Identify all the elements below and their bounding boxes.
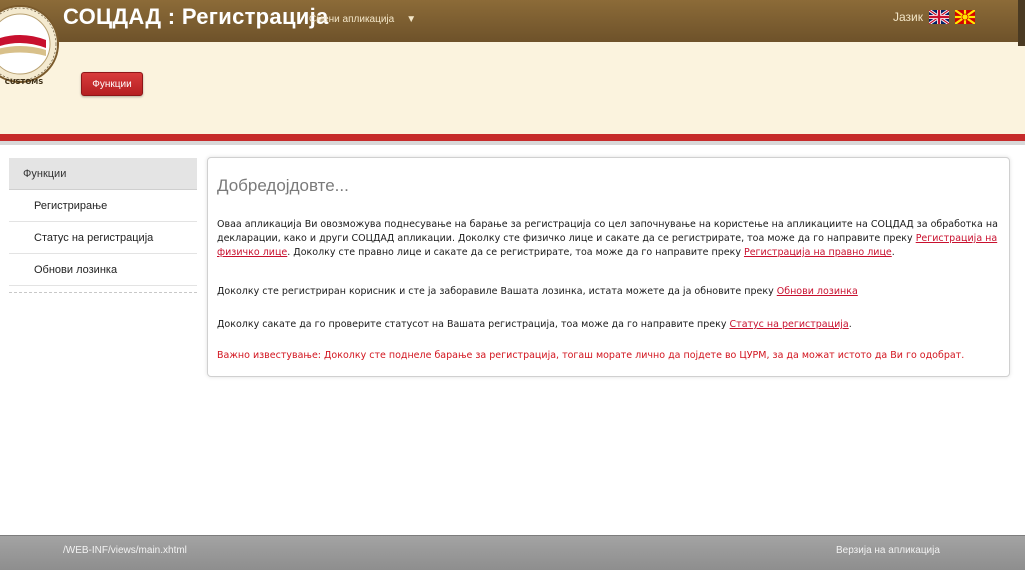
sidebar-item-register[interactable]: Регистрирање [9, 190, 197, 222]
footer: /WEB-INF/views/main.xhtml Верзија на апл… [0, 535, 1025, 570]
svg-text:CUSTOMS: CUSTOMS [5, 78, 44, 86]
language-label: Јазик [893, 10, 923, 24]
language-selector: Јазик [893, 8, 976, 26]
chevron-down-icon: ▼ [406, 14, 417, 25]
customs-emblem-icon: CUSTOMS [0, 4, 62, 96]
macedonia-flag-icon[interactable] [954, 9, 976, 25]
header: CUSTOMS СОЦДАД : Регистрација Смени апли… [0, 0, 1025, 134]
header-divider [0, 141, 1025, 145]
link-reset-password[interactable]: Обнови лозинка [777, 286, 858, 297]
switch-application-dropdown[interactable]: Смени апликација ▼ [309, 14, 416, 25]
status-paragraph: Доколку сакате да го проверите статусот … [217, 318, 999, 332]
status-text-end: . [848, 319, 852, 330]
intro-text-c: . [891, 247, 895, 258]
app-title: СОЦДАД : Регистрација [63, 4, 329, 29]
password-paragraph: Доколку сте регистриран корисник и сте ј… [217, 285, 999, 299]
sidebar-item-registration-status[interactable]: Статус на регистрација [9, 222, 197, 254]
uk-flag-icon[interactable] [928, 8, 950, 26]
password-text: Доколку сте регистриран корисник и сте ј… [217, 286, 777, 297]
intro-text-a: Оваа апликација Ви овозможува поднесувањ… [217, 219, 998, 244]
link-legal-entity-registration[interactable]: Регистрација на правно лице [744, 247, 892, 258]
welcome-panel: Добредојдовте... Оваа апликација Ви овоз… [207, 157, 1010, 377]
welcome-heading: Добредојдовте... [217, 176, 349, 195]
intro-text-b: . Доколку сте правно лице и сакате да се… [287, 247, 744, 258]
switch-application-label: Смени апликација [309, 14, 395, 25]
sidebar: Функции Регистрирање Статус на регистрац… [9, 158, 197, 293]
link-registration-status[interactable]: Статус на регистрација [730, 319, 849, 330]
footer-view-path: /WEB-INF/views/main.xhtml [63, 545, 187, 556]
sidebar-divider [9, 286, 197, 293]
intro-paragraph: Оваа апликација Ви овозможува поднесувањ… [217, 218, 999, 260]
sidebar-item-reset-password[interactable]: Обнови лозинка [9, 254, 197, 286]
window-edge [1018, 0, 1025, 46]
important-notice: Важно известување: Доколку сте поднеле б… [217, 350, 965, 361]
functions-button[interactable]: Функции [81, 72, 143, 96]
header-accent-band [0, 134, 1025, 141]
footer-version-label: Верзија на апликација [836, 545, 940, 556]
sidebar-heading: Функции [9, 158, 197, 190]
status-text: Доколку сакате да го проверите статусот … [217, 319, 730, 330]
